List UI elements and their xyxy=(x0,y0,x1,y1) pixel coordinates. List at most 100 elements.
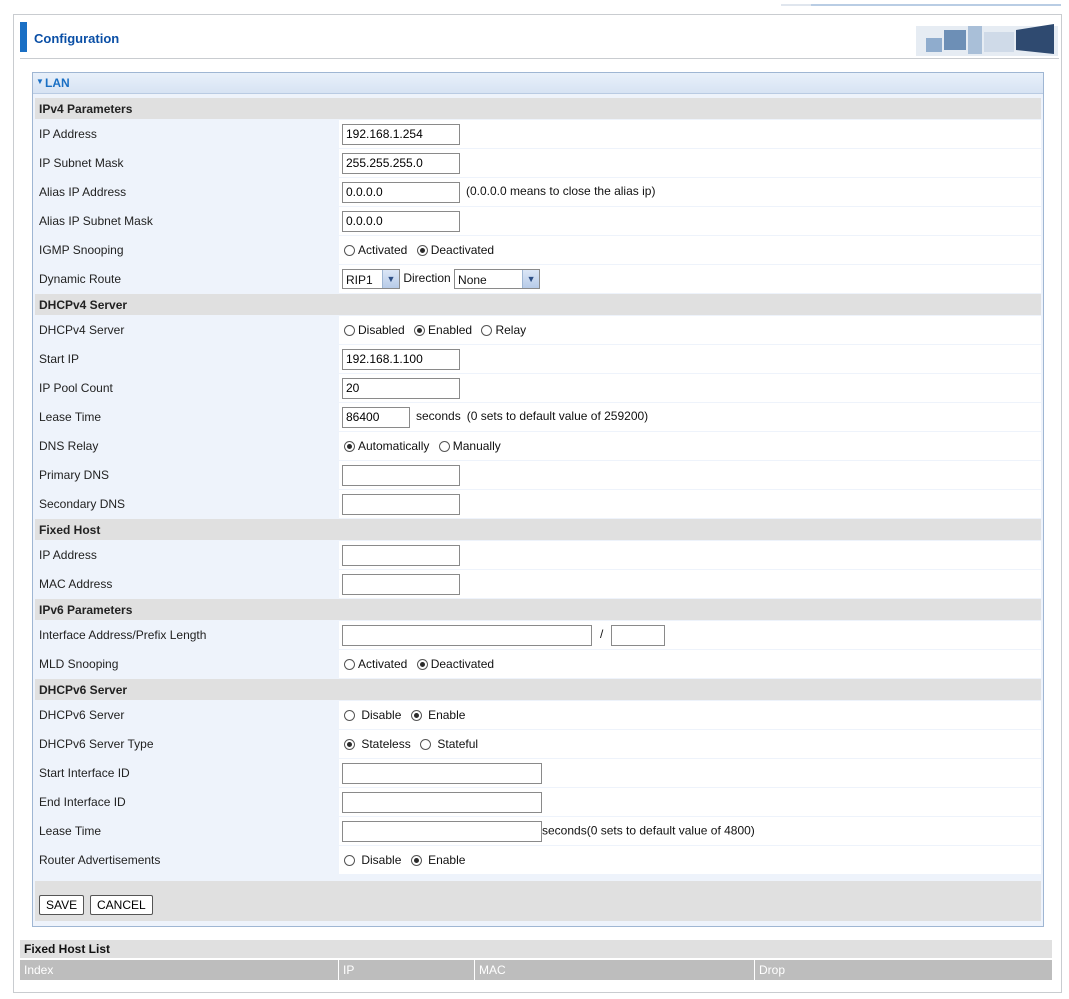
dhcpv6-disable-label: Disable xyxy=(361,708,402,722)
mld-deactivated-radio[interactable] xyxy=(416,659,428,670)
page-header: Configuration xyxy=(20,20,1060,56)
dhcpv6-disable-radio[interactable] xyxy=(344,710,355,721)
column-divider xyxy=(474,960,475,980)
page-title: Configuration xyxy=(34,31,120,46)
fixed-host-list-header: Index IP MAC Drop xyxy=(20,960,1052,980)
ip-address-label: IP Address xyxy=(35,120,340,148)
section-header-dhcpv6: DHCPv6 Server xyxy=(35,679,1041,700)
lease-time-label: Lease Time xyxy=(35,403,340,431)
chevron-down-icon: ▼ xyxy=(382,270,399,288)
alias-mask-input[interactable] xyxy=(342,210,460,232)
fixed-mac-input[interactable] xyxy=(342,573,460,595)
primary-dns-label: Primary DNS xyxy=(35,461,340,489)
stateful-radio[interactable] xyxy=(420,739,432,750)
lease-time-input[interactable] xyxy=(342,406,410,428)
column-divider xyxy=(754,960,755,980)
dns-auto-label: Automatically xyxy=(358,439,430,453)
dhcpv4-disabled-label: Disabled xyxy=(358,323,405,337)
alias-mask-label: Alias IP Subnet Mask xyxy=(35,207,340,235)
lan-section-toggle[interactable]: ▼ LAN xyxy=(33,73,1043,94)
igmp-deactivated-label: Deactivated xyxy=(430,243,495,257)
lease-time-unit: seconds xyxy=(416,409,461,424)
mld-snooping-label: MLD Snooping xyxy=(35,650,340,678)
dhcpv4-enabled-label: Enabled xyxy=(428,323,473,337)
dhcpv4-relay-label: Relay xyxy=(495,323,527,337)
collapse-triangle-icon: ▼ xyxy=(36,77,44,86)
column-divider xyxy=(338,960,339,980)
interface-address-label: Interface Address/Prefix Length xyxy=(35,621,340,649)
header-decoration-image xyxy=(898,20,1058,56)
interface-address-input[interactable] xyxy=(342,624,592,646)
section-header-fixed-host: Fixed Host xyxy=(35,519,1041,540)
column-index: Index xyxy=(24,963,54,977)
ra-enable-radio[interactable] xyxy=(410,855,422,866)
dns-auto-radio[interactable] xyxy=(344,441,355,452)
prefix-separator: / xyxy=(600,627,604,642)
dhcpv6-type-label: DHCPv6 Server Type xyxy=(35,730,340,758)
start-interface-id-input[interactable] xyxy=(342,762,542,784)
stateless-label: Stateless xyxy=(361,737,411,751)
section-header-dhcpv4: DHCPv4 Server xyxy=(35,294,1041,315)
dns-manual-radio[interactable] xyxy=(438,441,450,452)
router-adv-label: Router Advertisements xyxy=(35,846,340,874)
ra-disable-label: Disable xyxy=(361,853,402,867)
ra-enable-label: Enable xyxy=(428,853,466,867)
igmp-deactivated-radio[interactable] xyxy=(416,245,428,256)
column-drop: Drop xyxy=(759,963,786,977)
lan-panel: ▼ LAN IPv4 Parameters IP Address IP Subn… xyxy=(32,72,1044,927)
lease-time-note: (0 sets to default value of 259200) xyxy=(466,409,649,424)
dynamic-route-label: Dynamic Route xyxy=(35,265,340,293)
section-header-ipv6: IPv6 Parameters xyxy=(35,599,1041,620)
chevron-down-icon: ▼ xyxy=(522,270,540,288)
fixed-host-list: Fixed Host List Index IP MAC Drop xyxy=(20,940,1052,980)
button-row: SAVE CANCEL xyxy=(35,881,1041,921)
direction-label: Direction xyxy=(403,271,451,286)
end-interface-id-label: End Interface ID xyxy=(35,788,340,816)
pool-count-input[interactable] xyxy=(342,377,460,399)
igmp-activated-label: Activated xyxy=(358,243,408,257)
cancel-button[interactable]: CANCEL xyxy=(90,895,153,915)
primary-dns-input[interactable] xyxy=(342,464,460,486)
save-button[interactable]: SAVE xyxy=(39,895,85,915)
subnet-mask-label: IP Subnet Mask xyxy=(35,149,340,177)
secondary-dns-input[interactable] xyxy=(342,493,460,515)
fixed-mac-label: MAC Address xyxy=(35,570,340,598)
fixed-ip-input[interactable] xyxy=(342,544,460,566)
start-ip-label: Start IP xyxy=(35,345,340,373)
alias-ip-input[interactable] xyxy=(342,181,460,203)
dns-manual-label: Manually xyxy=(452,439,501,453)
start-ip-input[interactable] xyxy=(342,348,460,370)
section-header-ipv4: IPv4 Parameters xyxy=(35,98,1041,119)
prefix-length-input[interactable] xyxy=(611,624,666,646)
ra-disable-radio[interactable] xyxy=(344,855,355,866)
fixed-host-list-title: Fixed Host List xyxy=(20,940,1052,958)
lan-section-title: LAN xyxy=(45,76,70,90)
dhcpv6-enable-radio[interactable] xyxy=(410,710,422,721)
stateful-label: Stateful xyxy=(437,737,479,751)
v6-lease-time-label: Lease Time xyxy=(35,817,340,845)
pool-count-label: IP Pool Count xyxy=(35,374,340,402)
dhcpv6-server-label: DHCPv6 Server xyxy=(35,701,340,729)
v6-lease-time-input[interactable] xyxy=(342,820,542,842)
alias-ip-note: (0.0.0.0 means to close the alias ip) xyxy=(466,184,656,199)
start-interface-id-label: Start Interface ID xyxy=(35,759,340,787)
lan-form-table: IPv4 Parameters IP Address IP Subnet Mas… xyxy=(35,97,1041,875)
header-divider xyxy=(20,58,1059,59)
dhcpv4-enabled-radio[interactable] xyxy=(414,325,426,336)
top-decoration xyxy=(0,0,1069,8)
ip-address-input[interactable] xyxy=(342,123,460,145)
end-interface-id-input[interactable] xyxy=(342,791,542,813)
dhcpv4-relay-radio[interactable] xyxy=(481,325,493,336)
stateless-radio[interactable] xyxy=(344,739,355,750)
header-accent-bar xyxy=(20,22,27,52)
secondary-dns-label: Secondary DNS xyxy=(35,490,340,518)
dhcpv4-disabled-radio[interactable] xyxy=(344,325,355,336)
dynamic-route-select[interactable]: RIP1 ▼ xyxy=(342,269,400,289)
subnet-mask-input[interactable] xyxy=(342,152,460,174)
dhcpv6-enable-label: Enable xyxy=(428,708,466,722)
direction-select[interactable]: None ▼ xyxy=(454,269,541,289)
v6-lease-time-note: seconds(0 sets to default value of 4800) xyxy=(542,823,755,838)
mld-activated-radio[interactable] xyxy=(344,659,355,670)
igmp-activated-radio[interactable] xyxy=(344,245,355,256)
alias-ip-label: Alias IP Address xyxy=(35,178,340,206)
